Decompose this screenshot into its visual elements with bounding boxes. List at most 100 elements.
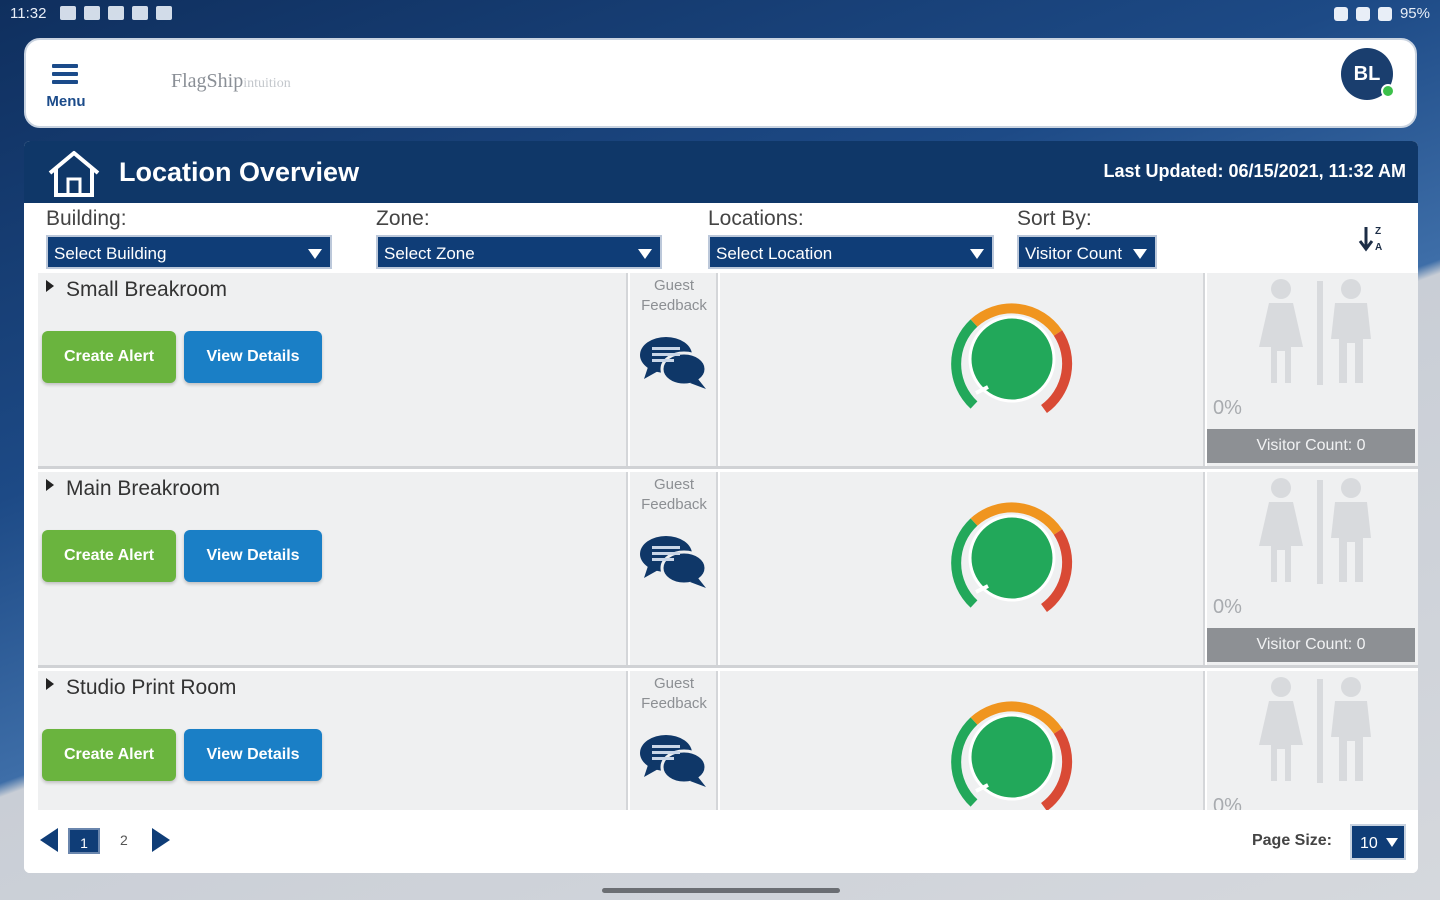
location-row: Studio Print Room Create Alert View Deta… — [38, 671, 1418, 810]
create-alert-button[interactable]: Create Alert — [42, 331, 176, 383]
sort-select[interactable]: Visitor Count — [1017, 235, 1157, 269]
location-info-cell: Small Breakroom Create Alert View Detail… — [38, 273, 628, 469]
page-size-select[interactable]: 10 — [1350, 824, 1406, 860]
page-button-2[interactable]: 2 — [120, 832, 128, 848]
location-name-text: Studio Print Room — [66, 676, 237, 699]
location-row: Small Breakroom Create Alert View Detail… — [38, 273, 1418, 469]
status-gauge-cell — [720, 671, 1205, 810]
home-icon[interactable] — [46, 149, 102, 199]
caret-down-icon — [1386, 838, 1398, 847]
sort-label: Sort By: — [1017, 207, 1092, 230]
notification-icon — [108, 6, 124, 20]
row-divider — [38, 665, 1418, 668]
guest-feedback-label: Guest Feedback — [641, 277, 707, 314]
wifi-icon — [1377, 6, 1392, 21]
guest-feedback-label: Guest Feedback — [641, 675, 707, 712]
expand-arrow-icon[interactable] — [46, 678, 54, 690]
filter-bar: Building: Select Building Zone: Select Z… — [24, 203, 1418, 273]
location-name[interactable]: Main Breakroom — [46, 477, 220, 501]
locations-label: Locations: — [708, 207, 804, 230]
app-logo: FlagShipintuition — [171, 70, 291, 93]
location-name[interactable]: Studio Print Room — [46, 676, 236, 700]
page-size-label: Page Size: — [1251, 832, 1332, 849]
gesture-nav-handle[interactable] — [602, 888, 840, 893]
system-icons: 95% — [1333, 5, 1430, 22]
location-filter: Locations: Select Location — [708, 207, 994, 269]
notification-icon — [156, 6, 172, 20]
pagination: 1 2 Page Size: 10 — [24, 810, 1418, 873]
create-alert-button[interactable]: Create Alert — [42, 729, 176, 781]
view-details-button[interactable]: View Details — [184, 729, 322, 781]
visitor-count-bar: Visitor Count: 0 — [1207, 628, 1415, 662]
chat-bubbles-icon[interactable] — [638, 532, 710, 592]
location-name[interactable]: Small Breakroom — [46, 278, 227, 302]
status-gauge-cell — [720, 472, 1205, 668]
caret-down-icon — [1133, 249, 1147, 259]
online-status-dot — [1381, 84, 1395, 98]
notification-icons — [60, 6, 172, 20]
occupancy-percent: 0% — [1213, 397, 1242, 419]
occupancy-percent: 0% — [1213, 596, 1242, 618]
view-details-button[interactable]: View Details — [184, 331, 322, 383]
location-overview-panel: Location Overview Last Updated: 06/15/20… — [24, 141, 1418, 873]
occupancy-cell: 0% Visitor Count: 0 — [1207, 671, 1418, 810]
building-label: Building: — [46, 207, 127, 230]
view-details-button[interactable]: View Details — [184, 530, 322, 582]
avatar-initials: BL — [1353, 63, 1381, 85]
location-select-value: Select Location — [716, 244, 833, 263]
gauge-icon — [951, 701, 1073, 810]
menu-button[interactable]: Menu — [40, 60, 92, 112]
expand-arrow-icon[interactable] — [46, 280, 54, 292]
notification-icon — [84, 6, 100, 20]
user-avatar[interactable]: BL — [1341, 48, 1395, 100]
sort-filter: Sort By: Visitor Count — [1017, 207, 1157, 269]
zone-label: Zone: — [376, 207, 430, 230]
app-header: Menu FlagShipintuition BL — [24, 38, 1417, 128]
occupancy-percent: 0% — [1213, 795, 1242, 810]
next-page-icon[interactable] — [152, 828, 170, 852]
caret-down-icon — [308, 249, 322, 259]
notification-icon — [132, 6, 148, 20]
status-bar: 11:32 95% — [0, 0, 1440, 30]
building-select[interactable]: Select Building — [46, 235, 332, 269]
battery-level: 95% — [1399, 5, 1430, 22]
page-title: Location Overview — [119, 157, 360, 187]
building-filter: Building: Select Building — [46, 207, 332, 269]
chat-bubbles-icon[interactable] — [638, 333, 710, 393]
status-gauge-cell — [720, 273, 1205, 469]
svg-text:A: A — [1375, 242, 1382, 253]
location-row: Main Breakroom Create Alert View Details… — [38, 472, 1418, 668]
sort-select-value: Visitor Count — [1025, 244, 1123, 263]
page-button-1[interactable]: 1 — [68, 828, 100, 854]
status-time: 11:32 — [10, 5, 47, 22]
notification-icon — [60, 6, 76, 20]
logo-sub: intuition — [243, 76, 291, 91]
guest-feedback-label: Guest Feedback — [641, 476, 707, 513]
guest-feedback-cell: Guest Feedback — [630, 273, 718, 469]
logo-main: FlagShip — [171, 70, 244, 92]
prev-page-icon[interactable] — [40, 828, 58, 852]
occupancy-cell: 0% Visitor Count: 0 — [1207, 273, 1418, 469]
building-select-value: Select Building — [54, 244, 167, 263]
location-name-text: Main Breakroom — [66, 477, 221, 500]
guest-feedback-cell: Guest Feedback — [630, 671, 718, 810]
create-alert-button[interactable]: Create Alert — [42, 530, 176, 582]
location-icon — [1355, 6, 1370, 21]
zone-filter: Zone: Select Zone — [376, 207, 662, 269]
menu-label: Menu — [46, 93, 86, 110]
panel-header: Location Overview Last Updated: 06/15/20… — [24, 141, 1418, 203]
svg-text:Z: Z — [1375, 226, 1381, 237]
expand-arrow-icon[interactable] — [46, 479, 54, 491]
chat-bubbles-icon[interactable] — [638, 731, 710, 791]
zone-select[interactable]: Select Zone — [376, 235, 662, 269]
sort-az-icon[interactable]: Z A — [1356, 223, 1388, 255]
location-list: Small Breakroom Create Alert View Detail… — [38, 273, 1418, 810]
caret-down-icon — [638, 249, 652, 259]
restroom-people-icon — [1259, 478, 1371, 584]
mute-icon — [1333, 6, 1348, 21]
location-info-cell: Main Breakroom Create Alert View Details — [38, 472, 628, 668]
location-name-text: Small Breakroom — [66, 278, 228, 301]
location-select[interactable]: Select Location — [708, 235, 994, 269]
gauge-icon — [951, 502, 1073, 613]
location-info-cell: Studio Print Room Create Alert View Deta… — [38, 671, 628, 810]
